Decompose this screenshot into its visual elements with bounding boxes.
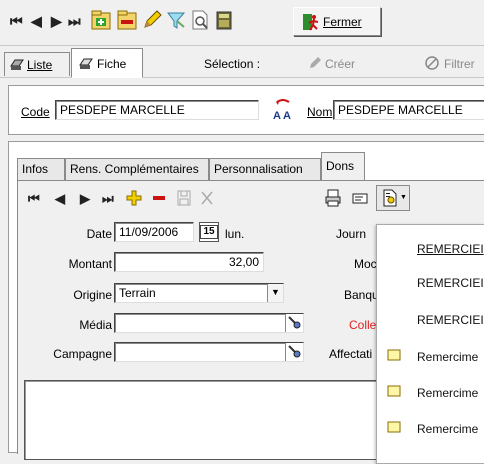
menu-item-doc-icon [387,385,401,397]
media-lookup-icon[interactable] [285,314,303,332]
tab-dons[interactable]: Dons [321,152,365,182]
code-label: Code [21,105,50,119]
tab-list[interactable]: Liste [4,52,70,76]
filter-button[interactable]: Filtrer [444,57,475,71]
menu-item[interactable]: REMERCIEI [417,313,484,327]
identity-section: Code PESDEPE MARCELLE A A Nom PESDEPE MA… [8,85,484,135]
tab-card-label: Fiche [97,57,127,71]
menu-item[interactable]: REMERCIEI [417,276,484,290]
don-last-icon[interactable]: ⏭ [102,191,114,207]
amount-field[interactable]: 32,00 [114,252,264,272]
dropdown-caret-icon: ▼ [400,194,407,201]
campaign-field[interactable] [114,342,304,362]
menu-item[interactable]: Remercime [417,386,478,400]
chevron-down-icon[interactable]: ▼ [267,284,283,302]
menu-item-doc-icon [387,421,401,433]
menu-item-doc-icon [387,349,401,361]
date-field[interactable]: 11/09/2006 [114,222,194,242]
don-first-icon[interactable]: ⏮ [28,191,40,207]
tab-card[interactable]: Fiche [71,48,143,78]
origin-select[interactable]: Terrain ▼ [114,283,284,303]
media-label: Média [79,318,112,332]
name-field[interactable]: PESDEPE MARCELLE [333,100,484,120]
menu-item[interactable]: REMERCIEI [417,242,484,256]
card-printer-icon [78,55,94,71]
mode-label: Moc [354,257,377,271]
tab-infos[interactable]: Infos [17,158,65,180]
campaign-lookup-icon[interactable] [285,343,303,361]
donation-toolbar: ⏮ ◀ ▶ ⏭ ▼ [18,181,484,215]
previous-record-icon[interactable]: ◀ [31,13,42,29]
close-button-label: Fermer [323,15,362,29]
case-toggle-icon[interactable]: A A [271,99,295,121]
selection-label: Sélection : [204,57,261,71]
origin-value: Terrain [119,286,156,300]
delete-record-icon[interactable] [116,9,138,31]
svg-text:A: A [283,110,291,121]
main-toolbar: ⏮ ◀ ▶ ⏭ Fermer [0,0,484,46]
journal-label: Journ [336,227,367,241]
date-day-label: lun. [225,227,245,241]
media-field[interactable] [114,313,304,333]
add-record-icon[interactable] [90,9,112,31]
filter-funnel-icon[interactable] [165,9,187,31]
don-mail-icon[interactable] [351,189,369,207]
calendar-icon[interactable]: 15 [199,222,219,242]
notes-textarea[interactable] [24,380,388,460]
bank-label: Banqu [344,288,379,302]
don-previous-icon[interactable]: ◀ [55,191,65,207]
amount-label: Montant [68,257,112,271]
export-archive-icon[interactable] [213,9,235,31]
exit-door-icon [302,12,320,32]
svg-text:A: A [273,110,281,121]
tab-list-label: Liste [27,58,53,72]
view-selection-bar: Liste Fiche Sélection : Créer Filtrer [0,46,484,78]
detail-tabs: Infos Rens. Complémentaires Personnalisa… [17,152,477,182]
create-pencil-icon [308,56,322,70]
don-cancel-icon[interactable] [199,189,215,207]
tab-personnalisation[interactable]: Personnalisation [209,158,321,180]
document-gear-icon [381,189,399,207]
assign-label: Affectati [329,347,373,361]
document-dropdown-menu: REMERCIEI REMERCIEI REMERCIEI Remercime … [376,224,484,464]
close-button[interactable]: Fermer [293,7,381,36]
don-document-menu-button[interactable]: ▼ [376,185,410,211]
don-add-icon[interactable] [126,190,142,206]
don-save-icon[interactable] [176,189,192,207]
edit-pencil-icon[interactable] [141,9,163,31]
origin-label: Origine [73,288,112,302]
list-printer-icon [9,56,25,72]
name-label: Nom [307,105,333,119]
don-delete-icon[interactable] [151,190,167,206]
create-button[interactable]: Créer [325,57,355,71]
last-record-icon[interactable]: ⏭ [68,13,81,29]
first-record-icon[interactable]: ⏮ [10,13,23,29]
code-field[interactable]: PESDEPE MARCELLE [55,100,259,120]
menu-item[interactable]: Remercime [417,422,478,436]
print-preview-icon[interactable] [189,9,211,31]
filter-clear-icon [424,55,440,71]
don-print-icon[interactable] [324,188,342,208]
next-record-icon[interactable]: ▶ [51,13,62,29]
date-label: Date [86,227,112,241]
menu-item-icon [387,249,401,261]
menu-item[interactable]: Remercime [417,350,478,364]
don-next-icon[interactable]: ▶ [80,191,90,207]
campaign-label: Campagne [53,347,112,361]
tab-rens-complementaires[interactable]: Rens. Complémentaires [65,158,209,180]
